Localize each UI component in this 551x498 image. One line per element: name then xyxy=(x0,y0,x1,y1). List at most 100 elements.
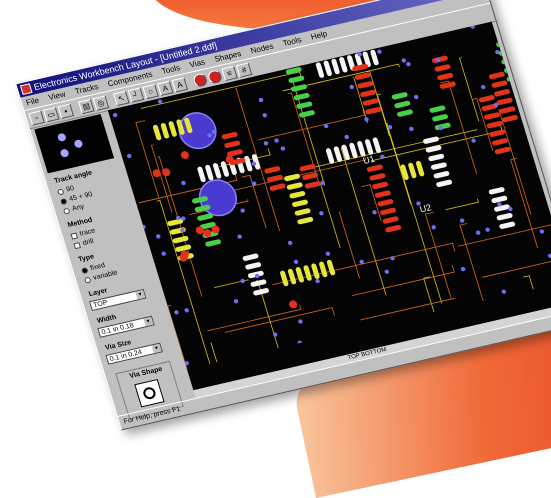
component-pad xyxy=(288,75,305,84)
red-ball-icon[interactable] xyxy=(206,68,224,85)
component-pad xyxy=(323,60,332,77)
via xyxy=(287,240,293,246)
new-icon[interactable]: ▫ xyxy=(28,109,45,126)
component-pad xyxy=(423,136,439,144)
via xyxy=(240,208,245,213)
component-pad xyxy=(319,261,328,278)
via xyxy=(298,319,303,324)
type-fixed-label: fixed xyxy=(89,262,106,273)
component-pad xyxy=(415,160,425,177)
via xyxy=(297,340,303,345)
via xyxy=(344,134,349,140)
zoom-icon[interactable]: ◎ xyxy=(92,95,110,111)
method-label: Method xyxy=(66,216,94,230)
via-shape-label: Via Shape xyxy=(128,365,164,381)
component-pad xyxy=(349,142,358,159)
component-pad xyxy=(434,122,451,131)
angle-90-radio[interactable]: 90 xyxy=(56,185,76,196)
component-pad xyxy=(380,207,396,216)
component-pad xyxy=(365,106,382,115)
via-icon[interactable]: ○ xyxy=(142,83,159,99)
method-drill-check[interactable]: drill xyxy=(73,238,95,249)
component-pad xyxy=(286,182,303,190)
type-variable-label: variable xyxy=(92,269,119,282)
component-pad xyxy=(299,110,315,118)
component-pad xyxy=(397,109,413,117)
component-pad xyxy=(205,164,214,181)
a-icon[interactable]: A xyxy=(171,76,188,93)
component-pad xyxy=(430,162,447,170)
via xyxy=(406,61,411,67)
component-pad xyxy=(242,253,259,261)
select-icon[interactable]: ↖ xyxy=(113,90,130,106)
component-pad xyxy=(506,74,523,82)
component-pad xyxy=(264,166,281,174)
component-pad xyxy=(428,153,445,162)
via xyxy=(174,310,179,315)
component-pad xyxy=(494,204,510,212)
layer-icon[interactable]: ≡ xyxy=(221,65,238,81)
method-drill-label: drill xyxy=(81,238,95,248)
component-pad xyxy=(394,100,411,109)
component-pad xyxy=(499,106,516,114)
component-pad xyxy=(221,131,238,140)
component-pad xyxy=(294,208,311,216)
component-pad xyxy=(311,263,320,279)
component-pad xyxy=(489,129,506,137)
pcb-trace xyxy=(482,234,551,278)
component-pad xyxy=(172,235,189,244)
angle-any-radio[interactable]: Any xyxy=(62,203,86,215)
grid-icon[interactable]: # xyxy=(235,61,253,78)
component-pad xyxy=(287,268,297,285)
component-pad xyxy=(488,71,505,80)
via xyxy=(184,308,189,313)
red-ball-icon[interactable] xyxy=(191,72,209,88)
via xyxy=(274,138,279,143)
via-shape-button[interactable] xyxy=(134,378,165,408)
component-pad xyxy=(502,114,518,123)
component-pad xyxy=(167,218,184,227)
component-pad xyxy=(362,98,379,106)
via xyxy=(233,299,239,304)
component-pad xyxy=(253,288,270,296)
component-pad xyxy=(496,39,512,48)
via xyxy=(240,278,245,284)
via xyxy=(280,146,286,151)
component-pad xyxy=(244,155,253,172)
component-pad xyxy=(504,65,520,73)
text-icon[interactable]: A xyxy=(156,80,174,96)
save-icon[interactable]: ▪ xyxy=(57,103,74,119)
component-pad xyxy=(304,181,321,189)
component-pad xyxy=(366,164,383,172)
via xyxy=(547,253,551,258)
component-pad xyxy=(297,216,314,225)
via xyxy=(431,225,436,230)
component-pad xyxy=(326,259,336,276)
component-pad xyxy=(291,84,307,92)
via xyxy=(319,211,324,216)
pcb-trace xyxy=(424,211,452,299)
angle-90-label: 90 xyxy=(65,185,76,194)
angle-any-label: Any xyxy=(71,203,86,213)
via xyxy=(258,97,264,103)
component-pad xyxy=(486,120,503,129)
component-label: U1 xyxy=(362,154,376,166)
track-icon[interactable]: ┘ xyxy=(127,86,145,103)
component-pad xyxy=(494,146,511,155)
via xyxy=(372,210,377,215)
component-pad xyxy=(494,89,510,97)
via xyxy=(181,180,186,186)
print-icon[interactable]: ▤ xyxy=(77,98,95,114)
component-pad xyxy=(498,48,515,56)
component-pad xyxy=(369,173,386,181)
via xyxy=(112,112,118,118)
component-pad xyxy=(360,89,376,98)
via xyxy=(315,278,320,284)
component-pad xyxy=(496,97,513,106)
component-pad xyxy=(302,172,319,180)
open-icon[interactable]: ▭ xyxy=(42,106,60,122)
via xyxy=(480,84,486,90)
component-pad xyxy=(197,213,214,221)
via xyxy=(485,227,490,232)
component-pad xyxy=(205,239,222,247)
